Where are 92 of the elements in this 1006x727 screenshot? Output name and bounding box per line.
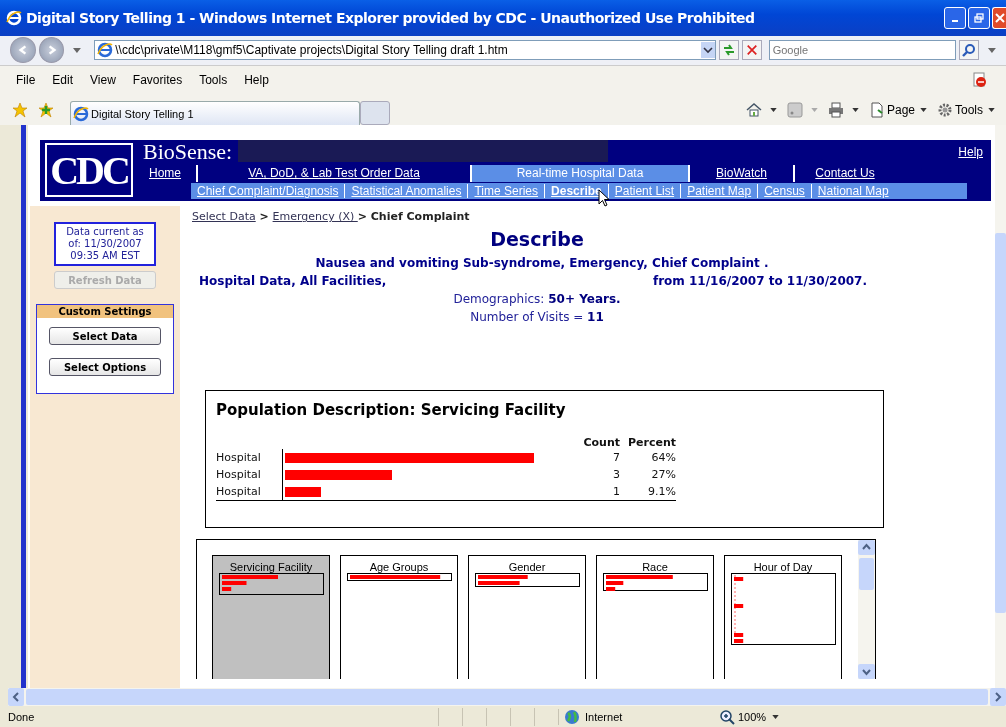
status-text: Done <box>8 710 36 723</box>
browser-logo-icon <box>6 9 22 26</box>
summary-text: Nausea and vomiting Sub-syndrome, Emergency, Chief Complaint . <box>314 256 770 271</box>
tools-menu-button[interactable]: Tools <box>937 101 1000 118</box>
minimize-button[interactable] <box>944 6 966 29</box>
date-range: from 11/16/2007 to 11/30/2007. <box>652 274 867 289</box>
settings-button[interactable]: Select Options <box>49 358 161 377</box>
chart-thumbnail[interactable]: Servicing Facility <box>212 555 330 680</box>
menu-item[interactable]: Tools <box>191 72 237 87</box>
chart-thumbnail[interactable]: Hour of Day <box>724 555 842 680</box>
globe-icon <box>564 708 580 725</box>
breadcrumb: Select Data > Emergency (X) > Chief Complaint <box>192 210 471 224</box>
page-menu-button[interactable]: Page <box>868 101 932 118</box>
row-label: Hospital <box>216 485 262 499</box>
add-star-icon[interactable] <box>38 101 54 118</box>
dropdown-arrow-icon[interactable] <box>851 107 859 112</box>
percent-value: 64% <box>650 451 676 465</box>
cdc-logo: CDC <box>45 143 133 198</box>
close-button[interactable] <box>992 6 1006 29</box>
page-heading: Describe <box>489 228 585 251</box>
star-icon[interactable] <box>12 101 28 118</box>
stop-button[interactable] <box>741 40 762 61</box>
menu-item[interactable]: Favorites <box>124 72 192 87</box>
restore-icon <box>974 12 984 23</box>
close-icon <box>994 12 1005 23</box>
pdf-icon[interactable] <box>972 71 988 88</box>
breadcrumb-link[interactable]: Emergency (X) <box>272 210 358 224</box>
summary-text: Hospital Data, All Facilities, <box>199 274 387 289</box>
page-icon <box>97 42 114 59</box>
scrollbar[interactable] <box>8 688 1006 707</box>
gear-icon <box>937 101 953 118</box>
help-link[interactable]: Help <box>958 145 983 160</box>
forward-button[interactable] <box>38 37 65 64</box>
percent-value: 27% <box>650 468 676 482</box>
nav-tab[interactable]: Contact Us <box>795 165 895 183</box>
column-header: Percent <box>626 436 676 450</box>
thumbnail-title: Servicing Facility <box>229 561 313 574</box>
chart-thumbnail[interactable]: Age Groups <box>340 555 458 680</box>
panel-title: Population Description: Servicing Facility <box>216 401 567 420</box>
thumbnail-title: Age Groups <box>369 561 429 574</box>
percent-value: 9.1% <box>647 485 676 499</box>
dropdown-arrow-icon <box>772 714 780 719</box>
menu-item[interactable]: File <box>10 72 45 87</box>
count-value: 1 <box>612 485 620 499</box>
scroll-left-icon[interactable] <box>8 688 24 707</box>
demographics-text: Demographics: 50+ Years. <box>452 292 622 307</box>
browser-tab[interactable]: Digital Story Telling 1 <box>70 101 360 126</box>
search-button[interactable] <box>959 40 980 61</box>
panel-title: Custom Settings <box>37 305 173 319</box>
scrollbar[interactable] <box>858 540 875 680</box>
menu-item[interactable]: View <box>82 72 125 87</box>
dropdown-arrow-icon <box>988 107 995 112</box>
page-icon <box>868 101 885 118</box>
security-zone: Internet <box>585 710 623 723</box>
scroll-down-icon[interactable] <box>858 664 875 680</box>
scroll-up-icon[interactable] <box>858 540 875 556</box>
zoom-icon <box>719 708 735 725</box>
dropdown-arrow-icon[interactable] <box>769 107 777 112</box>
address-field[interactable]: \\cdc\private\M118\gmf5\Captivate projects\Digital Story Telling draft 1.htm <box>94 40 717 61</box>
visit-count: Number of Visits = 11 <box>469 310 605 325</box>
count-value: 7 <box>612 451 620 465</box>
stop-icon <box>745 44 758 57</box>
thumbnail-title: Hour of Day <box>753 561 813 574</box>
chart-thumbnail[interactable]: Race <box>596 555 714 680</box>
zoom-button[interactable]: 100% <box>719 708 785 725</box>
scroll-right-icon[interactable] <box>990 688 1006 707</box>
count-value: 3 <box>612 468 620 482</box>
data-timestamp: Data current as of: 11/30/2007 09:35 AM EST <box>54 222 156 267</box>
maximize-button[interactable] <box>968 6 990 29</box>
search-icon <box>962 43 977 58</box>
settings-button[interactable]: Select Data <box>49 327 161 346</box>
search-field[interactable]: Google <box>768 40 957 61</box>
scrollbar[interactable] <box>995 125 1006 689</box>
row-label: Hospital <box>216 468 262 482</box>
page-icon <box>73 105 89 122</box>
dropdown-arrow-icon <box>920 107 927 112</box>
column-header: Count <box>582 436 620 450</box>
scroll-thumb[interactable] <box>859 558 874 591</box>
thumbnail-title: Gender <box>508 561 546 574</box>
row-label: Hospital <box>216 451 262 465</box>
refresh-icon <box>722 43 736 58</box>
app-name: BioSense: <box>143 139 233 166</box>
printer-icon[interactable] <box>827 101 844 118</box>
minimize-icon <box>952 19 958 22</box>
home-icon[interactable] <box>745 101 762 118</box>
menu-item[interactable]: Help <box>236 72 278 87</box>
breadcrumb-link[interactable]: Select Data <box>192 210 256 224</box>
back-button[interactable] <box>10 37 36 64</box>
chart-thumbnail[interactable]: Gender <box>468 555 586 680</box>
thumbnail-title: Race <box>642 561 668 574</box>
window-title: Digital Story Telling 1 - Windows Internet Explorer provided by CDC - Unauthorized Use Prohibited <box>26 9 755 26</box>
menu-item[interactable]: Edit <box>44 72 83 87</box>
